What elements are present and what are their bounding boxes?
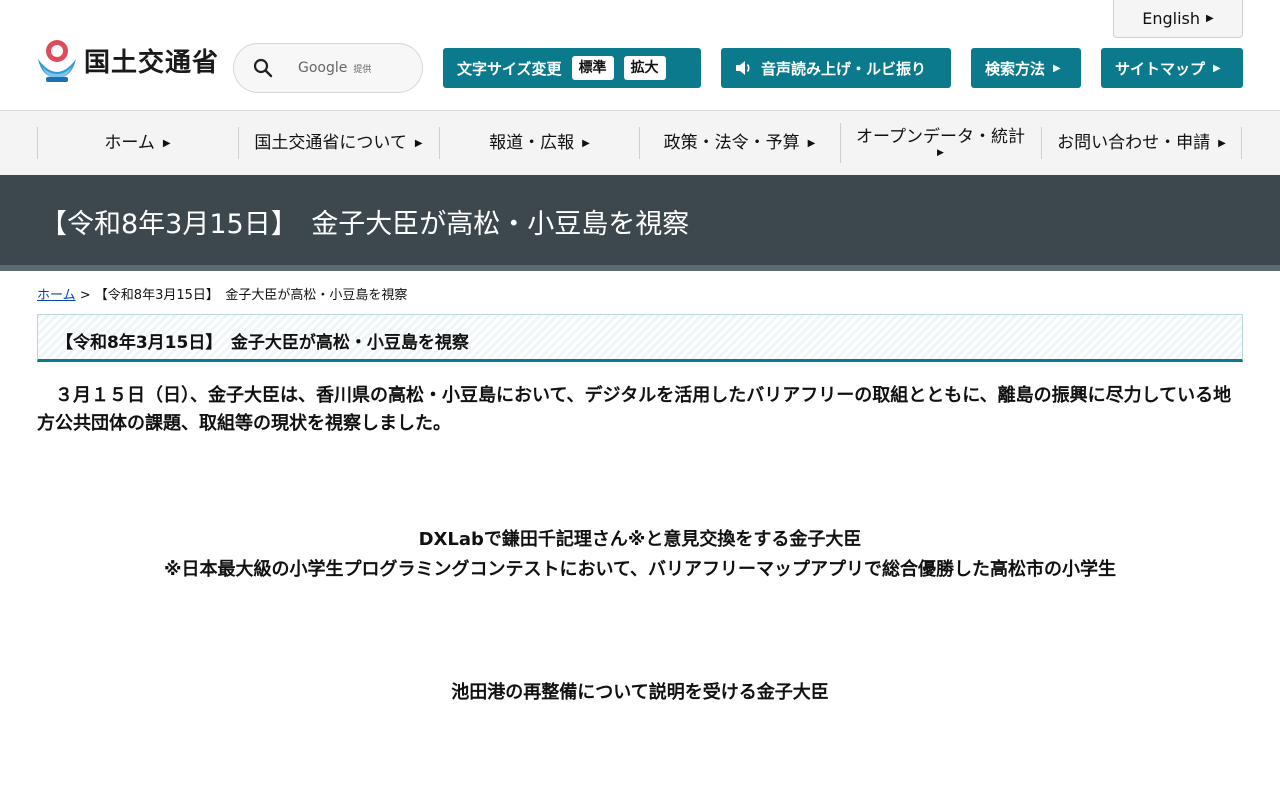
nav-item-label: ホーム: [104, 132, 155, 153]
triangle-right-icon: ▶: [1053, 62, 1061, 74]
triangle-right-icon: ▶: [162, 137, 171, 149]
nav-item-label: 報道・広報: [489, 132, 575, 153]
page-title-banner: 【令和8年3月15日】 金子大臣が高松・小豆島を視察: [0, 175, 1280, 265]
article-lead: ３月１５日（日）、金子大臣は、香川県の高松・小豆島において、デジタルを活用したバ…: [37, 385, 1232, 434]
nav-item-policy[interactable]: 政策・法令・予算 ▶: [639, 127, 839, 159]
nav-item-home[interactable]: ホーム ▶: [37, 127, 237, 159]
site-search-input[interactable]: Google 提供: [233, 43, 423, 93]
nav-item-label: お問い合わせ・申請: [1057, 132, 1211, 153]
logo-text: 国土交通省: [84, 47, 220, 78]
google-label: Google: [298, 60, 348, 76]
triangle-right-icon: ▶: [414, 137, 423, 149]
article-heading: 【令和8年3月15日】 金子大臣が高松・小豆島を視察: [56, 333, 469, 353]
site-header: English ▶ 国土交通省 Google 提供 文字サイズ変更 標準 拡大 …: [0, 0, 1280, 111]
article-heading-box: 【令和8年3月15日】 金子大臣が高松・小豆島を視察: [37, 314, 1243, 362]
sitemap-label: サイトマップ: [1115, 59, 1206, 78]
provided-label: 提供: [353, 64, 372, 75]
mlit-logo-icon: [38, 40, 76, 82]
english-button[interactable]: English ▶: [1113, 0, 1243, 38]
breadcrumb: ホーム > 【令和8年3月15日】 金子大臣が高松・小豆島を視察: [37, 284, 407, 303]
breadcrumb-current: 【令和8年3月15日】 金子大臣が高松・小豆島を視察: [94, 288, 408, 303]
triangle-right-icon: ▶: [1213, 62, 1221, 74]
triangle-right-icon: ▶: [937, 148, 944, 159]
triangle-right-icon: ▶: [1218, 137, 1226, 149]
font-size-label: 文字サイズ変更: [457, 59, 562, 78]
sitemap-button[interactable]: サイトマップ ▶: [1101, 48, 1243, 88]
speech-ruby-button[interactable]: 音声読み上げ・ルビ振り: [721, 48, 951, 88]
search-method-label: 検索方法: [985, 59, 1046, 78]
nav-item-press[interactable]: 報道・広報 ▶: [439, 127, 639, 159]
breadcrumb-separator: >: [75, 288, 95, 303]
caption-line: DXLabで鎌田千記理さん※と意見交換をする金子大臣: [418, 529, 862, 550]
global-nav: ホーム ▶ 国土交通省について ▶ 報道・広報 ▶ 政策・法令・予算 ▶ オープ…: [0, 111, 1280, 175]
triangle-right-icon: ▶: [1206, 13, 1214, 24]
triangle-right-icon: ▶: [582, 137, 590, 149]
nav-item-opendata[interactable]: オープンデータ・統計 ▶: [840, 123, 1040, 163]
photo-caption-2: 池田港の再整備について説明を受ける金子大臣: [37, 678, 1243, 708]
search-method-button[interactable]: 検索方法 ▶: [971, 48, 1081, 88]
page-title: 【令和8年3月15日】 金子大臣が高松・小豆島を視察: [40, 209, 690, 240]
nav-item-contact[interactable]: お問い合わせ・申請 ▶: [1041, 127, 1242, 159]
speaker-icon: [736, 61, 750, 75]
caption-note: ※日本最大級の小学生プログラミングコンテストにおいて、バリアフリーマップアプリで…: [163, 559, 1117, 580]
nav-item-label: オープンデータ・統計: [856, 127, 1025, 148]
speech-label: 音声読み上げ・ルビ振り: [761, 59, 927, 78]
english-label: English: [1142, 9, 1201, 28]
breadcrumb-home-link[interactable]: ホーム: [37, 288, 76, 303]
font-size-large-button[interactable]: 拡大: [623, 56, 666, 80]
site-logo[interactable]: 国土交通省: [36, 37, 219, 83]
photo-caption-1: DXLabで鎌田千記理さん※と意見交換をする金子大臣 ※日本最大級の小学生プログ…: [37, 525, 1243, 585]
caption-line: 池田港の再整備について説明を受ける金子大臣: [451, 682, 829, 703]
nav-item-label: 政策・法令・予算: [663, 132, 800, 153]
triangle-right-icon: ▶: [807, 137, 816, 149]
font-size-control: 文字サイズ変更 標準 拡大: [443, 48, 701, 88]
nav-item-about[interactable]: 国土交通省について ▶: [238, 127, 438, 159]
font-size-standard-button[interactable]: 標準: [571, 56, 614, 80]
nav-item-label: 国土交通省について: [254, 132, 407, 153]
banner-divider: [0, 265, 1280, 271]
search-icon: [253, 58, 273, 78]
